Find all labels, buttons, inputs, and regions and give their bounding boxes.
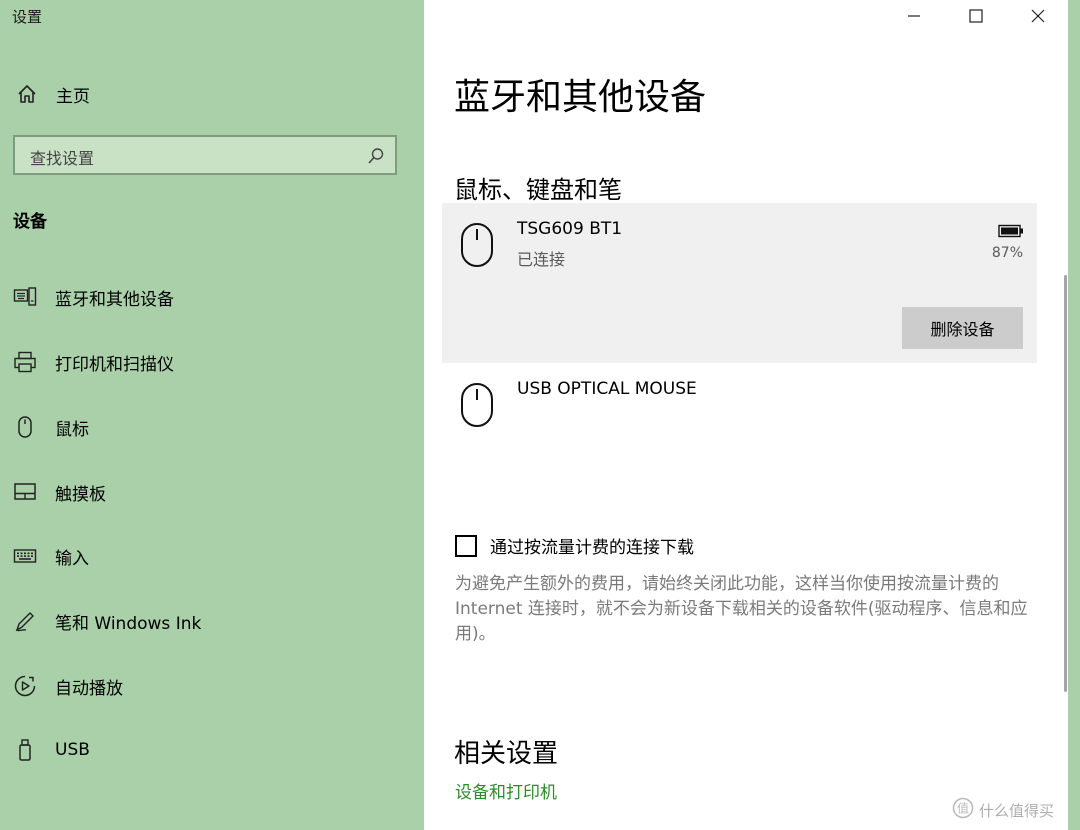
maximize-icon (969, 8, 983, 27)
sidebar-item-usb[interactable]: USB (12, 735, 90, 765)
mouse-icon (460, 380, 494, 430)
sidebar-item-label: 鼠标 (55, 419, 89, 440)
pen-icon (12, 608, 38, 634)
minimize-icon (907, 8, 921, 27)
scrollbar[interactable] (1064, 275, 1067, 692)
sidebar-item-printers[interactable]: 打印机和扫描仪 (12, 347, 174, 377)
mouse-icon (12, 414, 38, 440)
device-item-usb-optical-mouse[interactable]: USB OPTICAL MOUSE (442, 363, 1037, 443)
sidebar-item-label: 触摸板 (55, 484, 106, 505)
watermark-logo-icon: 值 (952, 797, 974, 823)
remove-device-button[interactable]: 删除设备 (902, 307, 1023, 349)
sidebar-item-typing[interactable]: 输入 (12, 541, 89, 571)
app-title: 设置 (12, 8, 43, 26)
metered-download-description: 为避免产生额外的费用，请始终关闭此功能，这样当你使用按流量计费的 Interne… (455, 574, 1028, 644)
sidebar-item-label: USB (55, 740, 90, 760)
minimize-button[interactable] (892, 4, 936, 30)
sidebar-item-bluetooth[interactable]: 蓝牙和其他设备 (12, 282, 174, 312)
search-placeholder: 查找设置 (30, 149, 95, 168)
sidebar-item-label: 蓝牙和其他设备 (55, 289, 174, 310)
device-item-tsg609[interactable]: TSG609 BT1 已连接 87% 删除设备 (442, 203, 1037, 363)
group-title-mouse-keyboard-pen: 鼠标、键盘和笔 (454, 176, 622, 204)
sidebar-item-autoplay[interactable]: 自动播放 (12, 671, 123, 701)
sidebar: 设置 主页 查找设置 设备 蓝牙和其他设备 打印机和扫描仪 鼠标 触摸板 输入 … (0, 0, 424, 830)
battery-percentage: 87% (991, 245, 1023, 261)
home-icon (14, 81, 40, 107)
sidebar-item-touchpad[interactable]: 触摸板 (12, 477, 106, 507)
sidebar-item-label: 自动播放 (55, 678, 123, 699)
close-button[interactable] (1016, 4, 1060, 30)
battery-icon (998, 223, 1024, 238)
close-icon (1031, 8, 1045, 27)
device-name: USB OPTICAL MOUSE (517, 379, 697, 399)
window-edge (1068, 0, 1080, 830)
device-name: TSG609 BT1 (517, 219, 623, 239)
sidebar-home[interactable]: 主页 (14, 80, 90, 108)
autoplay-icon (12, 673, 38, 699)
section-title-devices: 设备 (13, 212, 47, 232)
mouse-icon (460, 220, 494, 270)
search-icon[interactable] (367, 147, 385, 165)
page-title: 蓝牙和其他设备 (454, 77, 707, 118)
metered-download-option[interactable]: 通过按流量计费的连接下载 (455, 533, 694, 558)
bluetooth-devices-icon (12, 284, 38, 310)
watermark-text: 什么值得买 (979, 801, 1055, 820)
maximize-button[interactable] (954, 4, 998, 30)
related-settings-title: 相关设置 (454, 739, 559, 769)
search-input[interactable]: 查找设置 (13, 135, 397, 175)
usb-icon (12, 737, 38, 763)
devices-and-printers-link[interactable]: 设备和打印机 (455, 778, 557, 803)
watermark: 值 什么值得买 (952, 797, 1054, 823)
sidebar-item-label: 打印机和扫描仪 (55, 354, 174, 375)
printer-icon (12, 349, 38, 375)
metered-download-checkbox[interactable] (455, 534, 477, 557)
keyboard-icon (12, 543, 38, 569)
sidebar-item-label: 笔和 Windows Ink (55, 613, 202, 634)
sidebar-item-pen-ink[interactable]: 笔和 Windows Ink (12, 606, 201, 636)
svg-text:值: 值 (957, 801, 969, 816)
sidebar-item-label: 输入 (55, 548, 89, 569)
metered-download-label: 通过按流量计费的连接下载 (490, 538, 694, 558)
sidebar-home-label: 主页 (56, 86, 90, 107)
touchpad-icon (12, 479, 38, 505)
device-status: 已连接 (517, 250, 566, 269)
sidebar-item-mouse[interactable]: 鼠标 (12, 412, 89, 442)
